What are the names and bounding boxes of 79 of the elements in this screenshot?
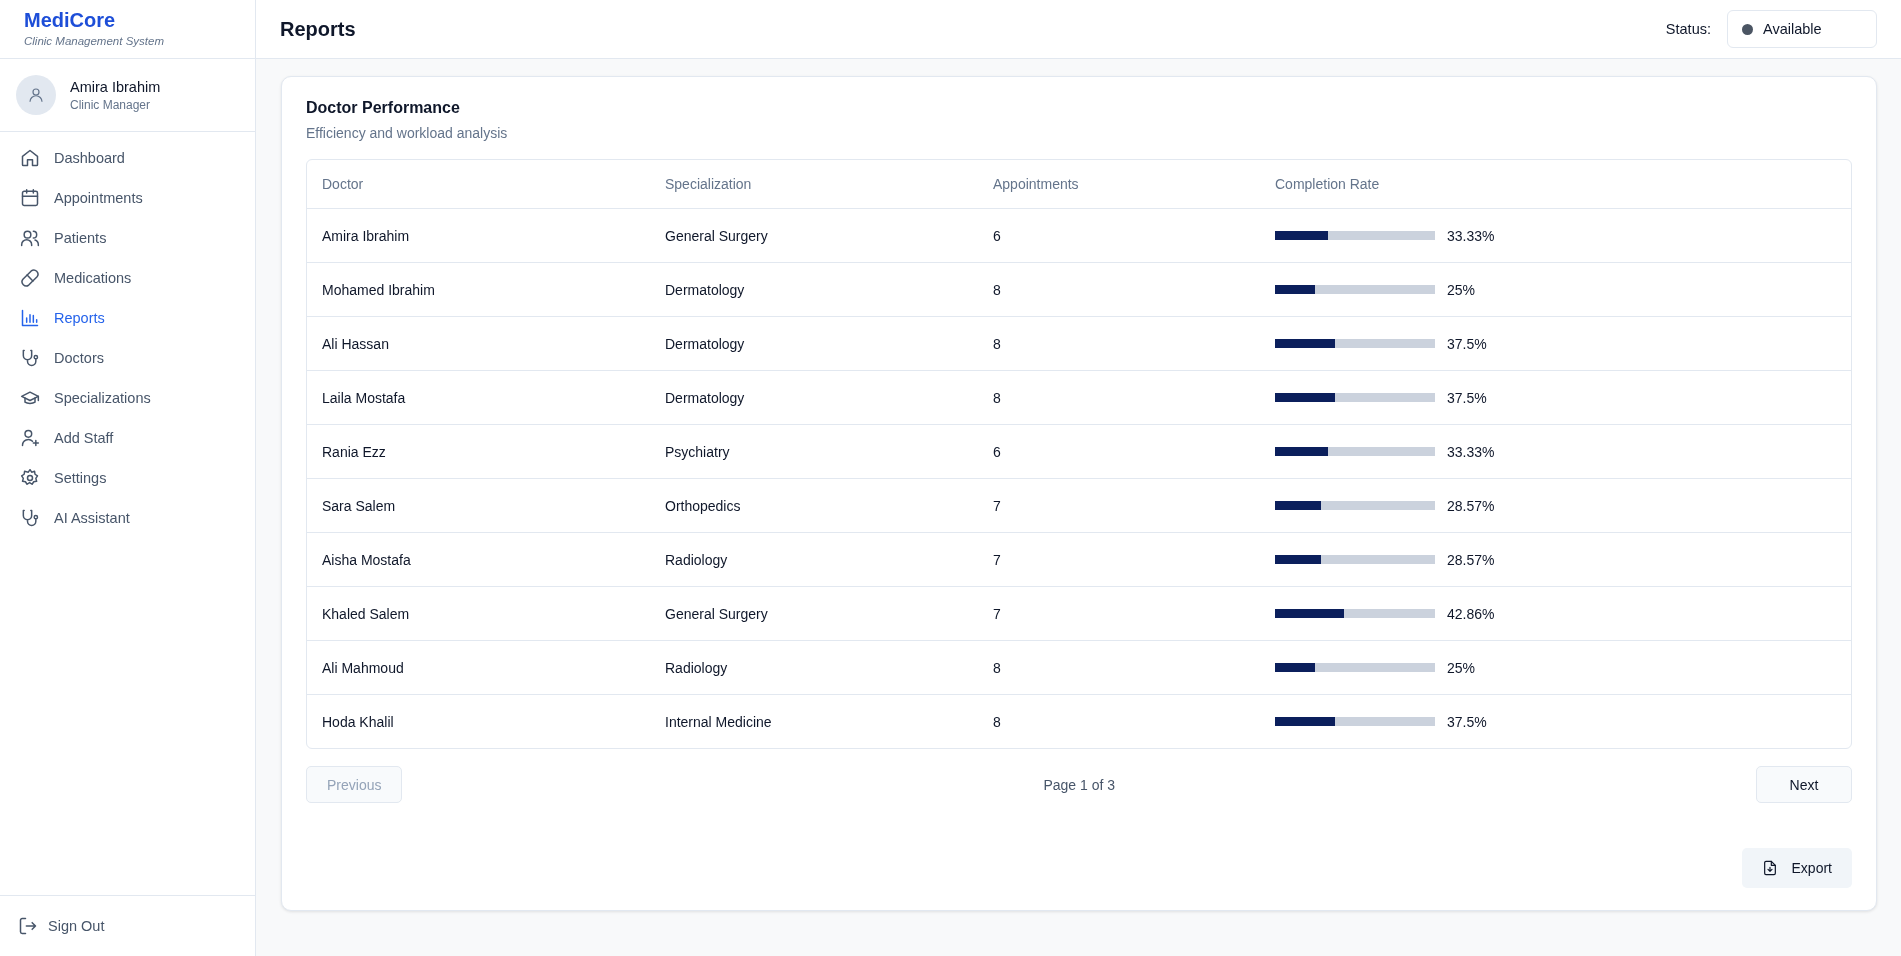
nav-item[interactable]: Add Staff — [0, 418, 255, 458]
doctor-cell-text: Khaled Salem — [321, 605, 411, 622]
specialization-cell-text: Dermatology — [664, 281, 746, 298]
file-download-icon — [1761, 860, 1778, 876]
page-title: Reports — [280, 17, 356, 41]
completion-rate: 37.5% — [1447, 713, 1487, 730]
appointments-cell-text: 8 — [992, 713, 1002, 730]
column-header: Doctor — [321, 176, 365, 192]
column-header: Appointments — [992, 176, 1080, 192]
calendar-icon — [20, 188, 40, 208]
completion-rate: 25% — [1447, 659, 1476, 676]
page-indicator: Page 1 of 3 — [1043, 776, 1116, 793]
specialization-cell-text: Radiology — [664, 551, 729, 568]
user-icon — [27, 86, 45, 104]
user-name: Amira Ibrahim — [70, 78, 161, 95]
user-role: Clinic Manager — [70, 97, 152, 112]
completion-rate: 25% — [1447, 281, 1476, 298]
appointments-cell-text: 8 — [992, 281, 1002, 298]
specialization-cell-text: Internal Medicine — [664, 713, 773, 730]
doctor-cell-text: Rania Ezz — [321, 443, 387, 460]
appointments-cell-text: 7 — [992, 605, 1002, 622]
status-label: Status: — [1665, 21, 1711, 37]
status-select[interactable]: Available — [1727, 10, 1877, 48]
doctor-cell-text: Mohamed Ibrahim — [321, 281, 436, 298]
appointments-cell-text: 8 — [992, 659, 1002, 676]
column-header: Completion Rate — [1274, 176, 1381, 192]
app-tagline: Clinic Management System — [24, 35, 165, 47]
app-logo: MediCore — [24, 9, 117, 32]
next-button[interactable]: Next — [1756, 766, 1852, 803]
appointments-cell-text: 8 — [992, 389, 1002, 406]
specialization-cell-text: Psychiatry — [664, 443, 731, 460]
doctor-cell-text: Laila Mostafa — [321, 389, 407, 406]
completion-rate: 33.33% — [1447, 227, 1495, 244]
export-button[interactable]: Export — [1741, 848, 1852, 888]
nav-item[interactable]: Appointments — [0, 178, 255, 218]
card-title: Doctor Performance — [306, 99, 461, 117]
specialization-cell-text: General Surgery — [664, 227, 769, 244]
specialization-cell-text: Dermatology — [664, 335, 746, 352]
card-subtitle: Efficiency and workload analysis — [306, 125, 509, 141]
doctor-cell-text: Aisha Mostafa — [321, 551, 412, 568]
nav-item[interactable]: Medications — [0, 258, 255, 298]
specialization-cell-text: General Surgery — [664, 605, 769, 622]
specialization-cell-text: Dermatology — [664, 389, 746, 406]
pill-icon — [20, 268, 40, 288]
nav-item[interactable]: Reports — [0, 298, 255, 338]
sign-out-icon — [18, 916, 38, 936]
stethoscope-icon — [20, 348, 40, 368]
appointments-cell-text: 7 — [992, 497, 1002, 514]
nav-item[interactable]: Specializations — [0, 378, 255, 418]
nav-item[interactable]: Settings — [0, 458, 255, 498]
doctor-cell-text: Amira Ibrahim — [321, 227, 411, 244]
specialization-cell-text: Orthopedics — [664, 497, 742, 514]
specialization-cell-text: Radiology — [664, 659, 729, 676]
appointments-cell-text: 8 — [992, 335, 1002, 352]
nav-item[interactable]: Patients — [0, 218, 255, 258]
column-header: Specialization — [664, 176, 753, 192]
appointments-cell-text: 6 — [992, 227, 1002, 244]
doctor-cell-text: Ali Hassan — [321, 335, 390, 352]
nav-item[interactable]: Dashboard — [0, 138, 255, 178]
bar-chart-icon — [20, 308, 40, 328]
home-icon — [20, 148, 40, 168]
completion-rate: 37.5% — [1447, 335, 1487, 352]
sign-out-link[interactable]: Sign Out — [0, 906, 255, 946]
completion-rate: 42.86% — [1447, 605, 1495, 622]
users-icon — [20, 228, 40, 248]
stethoscope-icon — [20, 508, 40, 528]
settings-icon — [20, 468, 40, 488]
nav-item[interactable]: Doctors — [0, 338, 255, 378]
doctor-cell-text: Ali Mahmoud — [321, 659, 405, 676]
appointments-cell-text: 6 — [992, 443, 1002, 460]
doctor-cell-text: Sara Salem — [321, 497, 397, 514]
nav-item[interactable]: AI Assistant — [0, 498, 255, 538]
completion-rate: 28.57% — [1447, 497, 1495, 514]
doctor-cell-text: Hoda Khalil — [321, 713, 395, 730]
completion-rate: 37.5% — [1447, 389, 1487, 406]
user-plus-icon — [20, 428, 40, 448]
appointments-cell-text: 7 — [992, 551, 1002, 568]
completion-rate: 33.33% — [1447, 443, 1495, 460]
completion-rate: 28.57% — [1447, 551, 1495, 568]
